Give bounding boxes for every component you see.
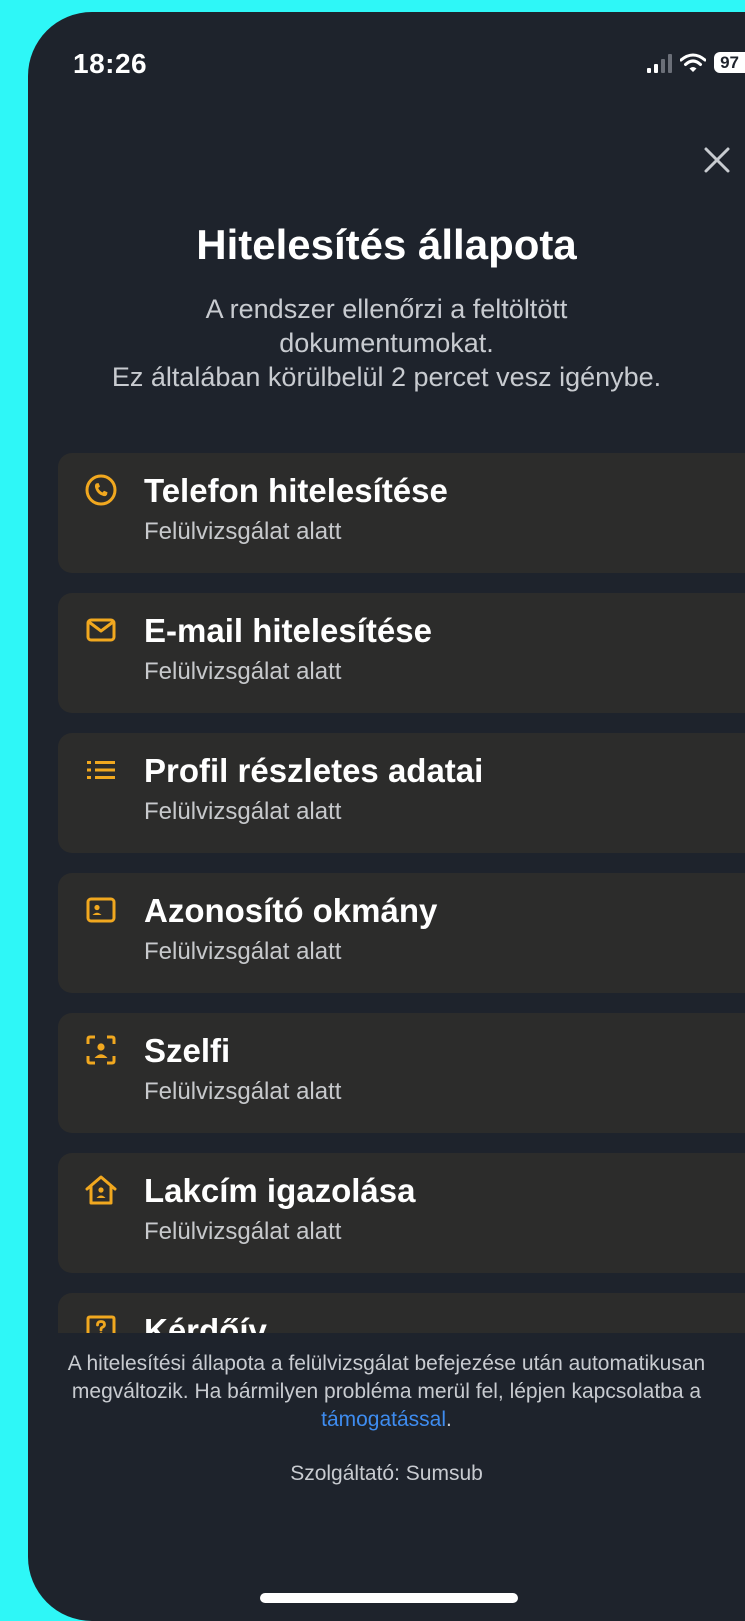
status-time: 18:26 xyxy=(73,48,148,79)
step-status: Felülvizsgálat alatt xyxy=(144,798,342,825)
page-subtitle: A rendszer ellenőrzi a feltöltött dokume… xyxy=(111,294,662,392)
selfie-icon xyxy=(86,1035,116,1065)
home-indicator[interactable] xyxy=(260,1593,518,1603)
home-icon xyxy=(85,1175,117,1205)
step-status: Felülvizsgálat alatt xyxy=(144,1218,342,1245)
phone-icon xyxy=(85,474,117,506)
step-title: Kérdőív xyxy=(144,1312,267,1333)
footer-note: A hitelesítési állapota a felülvizsgálat… xyxy=(28,1350,745,1434)
footer: A hitelesítési állapota a felülvizsgálat… xyxy=(28,1350,745,1488)
step-title: Telefon hitelesítése xyxy=(144,472,448,509)
step-status: Felülvizsgálat alatt xyxy=(144,938,342,965)
step-card-questionnaire[interactable]: Kérdőív xyxy=(58,1293,745,1333)
battery-indicator: 97 xyxy=(714,52,745,73)
step-title: Szelfi xyxy=(144,1032,231,1069)
close-icon xyxy=(704,147,730,173)
footer-note-text: A hitelesítési állapota a felülvizsgálat… xyxy=(67,1352,706,1403)
verification-steps-list: Telefon hitelesítése Felülvizsgálat alat… xyxy=(58,453,745,1333)
phone-screen: 18:26 97 Hitelesítés állapota A rendszer… xyxy=(28,12,745,1621)
step-status: Felülvizsgálat alatt xyxy=(144,518,342,545)
close-button[interactable] xyxy=(697,140,737,180)
id-card-icon xyxy=(86,897,116,923)
status-icons: 97 xyxy=(647,52,745,73)
step-card-address[interactable]: Lakcím igazolása Felülvizsgálat alatt xyxy=(58,1153,745,1273)
signal-icon xyxy=(647,53,673,73)
wifi-icon xyxy=(680,53,707,72)
step-title: Profil részletes adatai xyxy=(144,752,484,789)
step-card-selfie[interactable]: Szelfi Felülvizsgálat alatt xyxy=(58,1013,745,1133)
step-status: Felülvizsgálat alatt xyxy=(144,1078,342,1105)
page-header: Hitelesítés állapota A rendszer ellenőrz… xyxy=(28,220,745,394)
step-title: Azonosító okmány xyxy=(144,892,438,929)
mail-icon xyxy=(86,618,116,642)
support-link[interactable]: támogatással xyxy=(321,1408,446,1431)
step-status: Felülvizsgálat alatt xyxy=(144,658,342,685)
questionnaire-icon xyxy=(86,1315,116,1333)
step-card-id-document[interactable]: Azonosító okmány Felülvizsgálat alatt xyxy=(58,873,745,993)
step-card-profile[interactable]: Profil részletes adatai Felülvizsgálat a… xyxy=(58,733,745,853)
footer-note-end: . xyxy=(446,1408,452,1431)
step-card-email[interactable]: E-mail hitelesítése Felülvizsgálat alatt xyxy=(58,593,745,713)
list-icon xyxy=(87,761,115,779)
step-title: E-mail hitelesítése xyxy=(144,612,432,649)
provider-label: Szolgáltató: Sumsub xyxy=(290,1462,483,1485)
step-title: Lakcím igazolása xyxy=(144,1172,416,1209)
step-card-phone[interactable]: Telefon hitelesítése Felülvizsgálat alat… xyxy=(58,453,745,573)
status-bar: 18:26 97 xyxy=(28,12,745,79)
page-title: Hitelesítés állapota xyxy=(196,221,577,268)
